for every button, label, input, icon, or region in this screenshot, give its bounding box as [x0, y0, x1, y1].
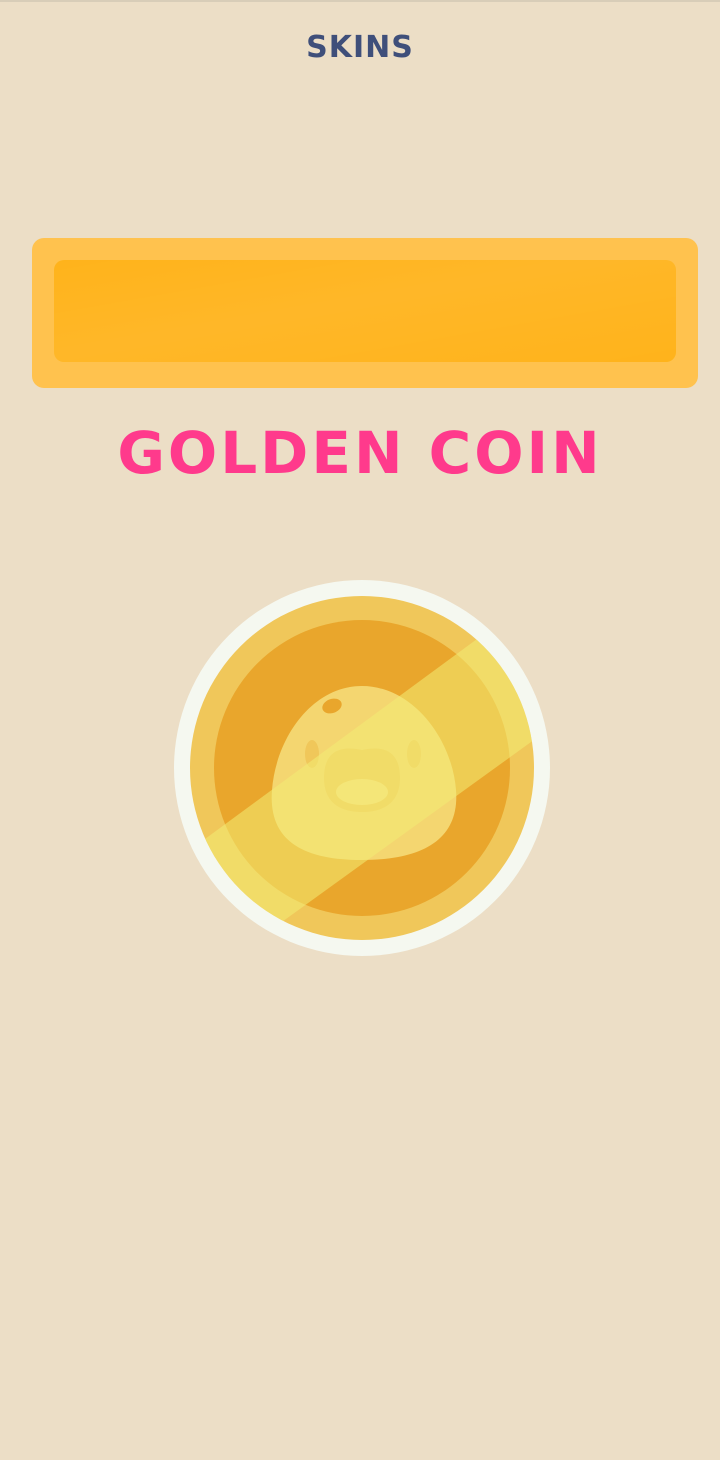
- skin-name: GOLDEN COIN: [117, 419, 603, 487]
- skin-preview[interactable]: [172, 578, 552, 958]
- skin-banner-inner: [54, 260, 676, 362]
- banner-sheen: [54, 260, 676, 362]
- golden-coin-icon: [174, 580, 550, 956]
- skin-banner: [32, 238, 698, 388]
- page-title: SKINS: [306, 30, 414, 65]
- top-divider: [0, 0, 720, 2]
